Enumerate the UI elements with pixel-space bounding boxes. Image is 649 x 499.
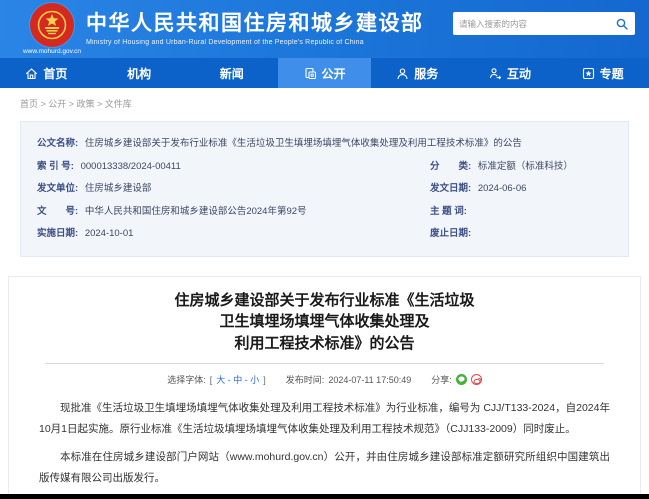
- font-select-label: 选择字体:: [167, 373, 206, 386]
- article-title-line: 住房城乡建设部关于发布行业标准《生活垃圾: [9, 290, 640, 312]
- publish-time-label: 发布时间:: [286, 373, 325, 386]
- document-icon: [304, 67, 317, 80]
- share-label: 分享:: [431, 373, 452, 386]
- meta-abolish-date: 废止日期:: [430, 223, 612, 246]
- article-meta-row: 选择字体: [ 大 - 中 - 小 ] 发布时间: 2024-07-11 17:…: [9, 373, 640, 386]
- nav-label: 机构: [127, 65, 151, 82]
- site-header: www.mohurd.gov.cn 中华人民共和国住房和城乡建设部 Minist…: [0, 0, 649, 58]
- star-box-icon: [582, 67, 595, 80]
- main-nav: 首页 机构 新闻 公开 服务 互动: [0, 58, 649, 88]
- meta-value: 中华人民共和国住房和城乡建设部公告2024年第92号: [85, 206, 307, 217]
- emblem-block: www.mohurd.gov.cn: [28, 3, 76, 55]
- weibo-share-icon[interactable]: [471, 374, 482, 385]
- nav-label: 专题: [600, 65, 624, 82]
- nav-label: 公开: [322, 65, 346, 82]
- meta-doc-no: 文 号: 中华人民共和国住房和城乡建设部公告2024年第92号: [37, 201, 422, 224]
- font-size-links[interactable]: 大 - 中 - 小: [216, 373, 259, 386]
- meta-issuer: 发文单位: 住房城乡建设部: [37, 178, 422, 201]
- home-icon: [25, 67, 38, 80]
- search-icon[interactable]: [615, 17, 629, 31]
- site-title-en: Ministry of Housing and Urban-Rural Deve…: [86, 39, 424, 46]
- meta-label: 发文日期:: [430, 183, 471, 194]
- nav-label: 新闻: [220, 65, 244, 82]
- nav-item-topics[interactable]: 专题: [556, 58, 649, 88]
- article-paragraph-2: 本标准在住房城乡建设部门户网站（www.mohurd.gov.cn）公开，并由住…: [39, 447, 610, 489]
- meta-impl-date: 实施日期: 2024-10-01: [37, 223, 422, 246]
- meta-label: 分 类:: [430, 161, 471, 172]
- meta-label: 实施日期:: [37, 228, 78, 239]
- meta-value: 2024-10-01: [85, 228, 134, 239]
- nav-item-home[interactable]: 首页: [0, 58, 93, 88]
- meta-label: 文 号:: [37, 206, 78, 217]
- meta-category: 分 类: 标准定额（标准科技）: [430, 156, 612, 179]
- article-title-line: 卫生填埋场填埋气体收集处理及: [9, 311, 640, 333]
- title-separator: [45, 363, 604, 364]
- nav-item-services[interactable]: 服务: [371, 58, 464, 88]
- site-url: www.mohurd.gov.cn: [23, 48, 81, 55]
- article-title: 住房城乡建设部关于发布行业标准《生活垃圾 卫生填埋场填埋气体收集处理及 利用工程…: [9, 290, 640, 355]
- article-body: 现批准《生活垃圾卫生填埋场填埋气体收集处理及利用工程技术标准》为行业标准，编号为…: [39, 398, 610, 499]
- wechat-share-icon[interactable]: [456, 374, 467, 385]
- doc-meta-box: 公文名称: 住房城乡建设部关于发布行业标准《生活垃圾卫生填埋场填埋气体收集处理及…: [20, 121, 629, 257]
- bottom-bar: [0, 494, 649, 499]
- nav-item-news[interactable]: 新闻: [185, 58, 278, 88]
- page: www.mohurd.gov.cn 中华人民共和国住房和城乡建设部 Minist…: [0, 0, 649, 499]
- meta-label: 公文名称:: [37, 138, 78, 149]
- meta-value: 标准定额（标准科技）: [478, 161, 573, 172]
- site-title-block: 中华人民共和国住房和城乡建设部 Ministry of Housing and …: [86, 12, 424, 46]
- meta-label: 废止日期:: [430, 228, 471, 239]
- meta-label: 索 引 号:: [37, 161, 74, 172]
- meta-label: 发文单位:: [37, 183, 78, 194]
- meta-value: 住房城乡建设部关于发布行业标准《生活垃圾卫生填埋场填埋气体收集处理及利用工程技术…: [85, 138, 522, 149]
- font-bracket-open: [: [210, 375, 213, 385]
- person-arrows-icon: [489, 67, 502, 80]
- article-paragraph-1: 现批准《生活垃圾卫生填埋场填埋气体收集处理及利用工程技术标准》为行业标准，编号为…: [39, 398, 610, 440]
- nav-item-interaction[interactable]: 互动: [464, 58, 557, 88]
- meta-value: 2024-06-06: [478, 183, 527, 194]
- national-emblem-icon: [30, 3, 74, 47]
- person-icon: [396, 67, 409, 80]
- breadcrumb[interactable]: 首页 > 公开 > 政策 > 文件库: [0, 88, 649, 117]
- publish-time: 2024-07-11 17:50:49: [328, 375, 411, 385]
- meta-value: 000013338/2024-00411: [81, 161, 181, 172]
- meta-index: 索 引 号: 000013338/2024-00411: [37, 156, 422, 179]
- nav-label: 互动: [507, 65, 531, 82]
- article-box: 住房城乡建设部关于发布行业标准《生活垃圾 卫生填埋场填埋气体收集处理及 利用工程…: [8, 276, 641, 499]
- meta-doc-name: 公文名称: 住房城乡建设部关于发布行业标准《生活垃圾卫生填埋场填埋气体收集处理及…: [37, 133, 612, 156]
- article-title-line: 利用工程技术标准》的公告: [9, 333, 640, 355]
- font-bracket-close: ]: [263, 375, 266, 385]
- meta-label: 主 题 词:: [430, 206, 467, 217]
- search-input[interactable]: [459, 19, 615, 29]
- nav-label: 首页: [43, 65, 67, 82]
- site-title-cn: 中华人民共和国住房和城乡建设部: [86, 12, 424, 36]
- meta-value: 住房城乡建设部: [85, 183, 152, 194]
- nav-label: 服务: [414, 65, 438, 82]
- search-box[interactable]: [453, 12, 635, 35]
- meta-issue-date: 发文日期: 2024-06-06: [430, 178, 612, 201]
- nav-item-disclosure[interactable]: 公开: [278, 58, 371, 88]
- meta-keywords: 主 题 词:: [430, 201, 612, 224]
- nav-item-org[interactable]: 机构: [93, 58, 186, 88]
